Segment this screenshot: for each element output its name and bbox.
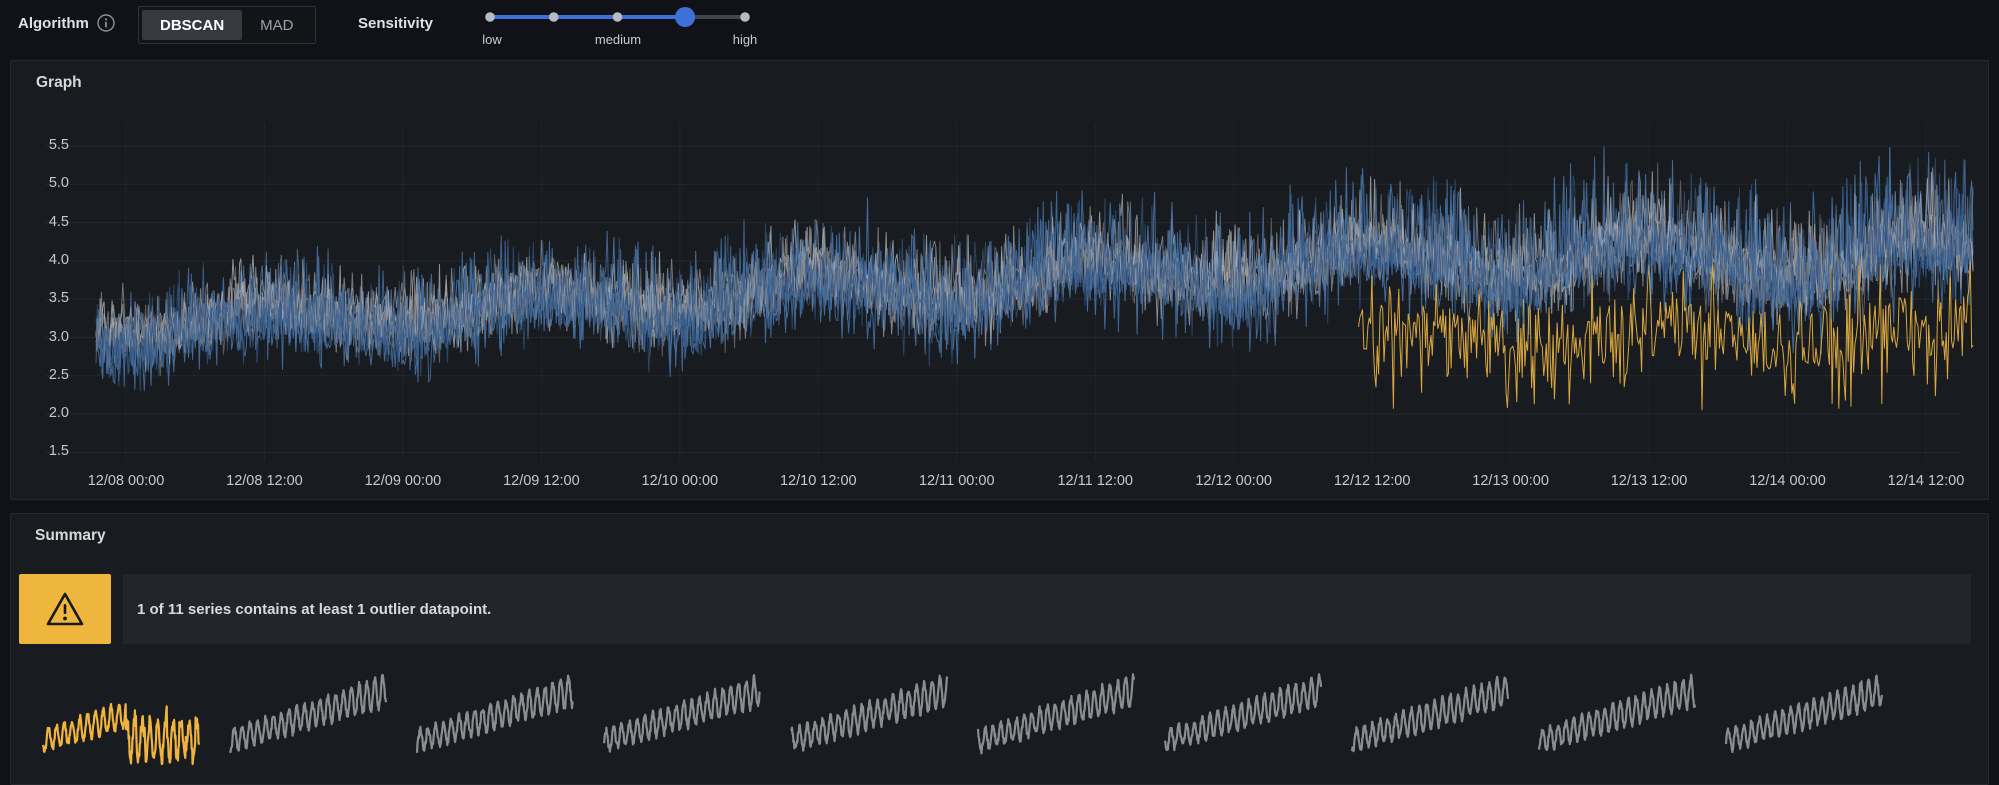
y-axis-tick-label: 4.0 [11, 252, 69, 268]
y-axis-tick-label: 4.5 [11, 214, 69, 230]
x-axis-tick-label: 12/09 12:00 [479, 473, 603, 489]
slider-label-low: low [482, 32, 502, 47]
x-axis-labels: 12/08 00:00 12/08 12:00 12/09 00:00 12/09 1… [11, 473, 1990, 495]
x-axis-tick-label: 12/14 12:00 [1864, 473, 1988, 489]
y-axis-tick-label: 5.0 [11, 175, 69, 191]
summary-panel-title: Summary [35, 527, 106, 545]
y-axis-tick-label: 2.0 [11, 405, 69, 421]
graph-chart-svg[interactable] [11, 61, 1990, 501]
x-axis-tick-label: 12/08 00:00 [64, 473, 188, 489]
algorithm-label: Algorithm [18, 15, 89, 32]
x-axis-tick-label: 12/11 00:00 [895, 473, 1019, 489]
algorithm-toggle-group: DBSCAN MAD [138, 6, 316, 44]
sparkline-series[interactable] [1161, 661, 1325, 769]
sparkline-series[interactable] [1535, 661, 1699, 769]
sparkline-series[interactable] [226, 661, 390, 769]
x-axis-tick-label: 12/11 12:00 [1033, 473, 1157, 489]
toolbar: Algorithm DBSCAN MAD Sensitivity low med… [0, 0, 1999, 56]
y-axis-tick-label: 2.5 [11, 367, 69, 383]
x-axis-tick-label: 12/08 12:00 [202, 473, 326, 489]
sparkline-outlier-series[interactable] [39, 661, 203, 769]
info-circle-icon[interactable] [96, 13, 116, 33]
x-axis-tick-label: 12/10 12:00 [756, 473, 880, 489]
x-axis-tick-label: 12/14 00:00 [1726, 473, 1850, 489]
graph-panel: Graph 5.55.04.54.03.53.02.52.01.5 12/08 … [10, 60, 1989, 500]
sensitivity-slider[interactable]: low medium high [484, 2, 756, 48]
slider-label-medium: medium [595, 32, 641, 47]
slider-label-high: high [733, 32, 758, 47]
y-axis-tick-label: 1.5 [11, 443, 69, 459]
sparkline-series[interactable] [1722, 661, 1886, 769]
x-axis-tick-label: 12/09 00:00 [341, 473, 465, 489]
x-axis-tick-label: 12/13 00:00 [1449, 473, 1573, 489]
y-axis-tick-label: 3.5 [11, 290, 69, 306]
sparkline-series[interactable] [787, 661, 951, 769]
x-axis-tick-label: 12/13 12:00 [1587, 473, 1711, 489]
x-axis-tick-label: 12/10 00:00 [618, 473, 742, 489]
algorithm-option-dbscan[interactable]: DBSCAN [142, 10, 242, 40]
outlier-alert: 1 of 11 series contains at least 1 outli… [123, 574, 1971, 644]
x-axis-tick-label: 12/12 00:00 [1172, 473, 1296, 489]
sparkline-row [39, 661, 1886, 769]
x-axis-tick-label: 12/12 12:00 [1310, 473, 1434, 489]
sparkline-series[interactable] [413, 661, 577, 769]
sparkline-series[interactable] [1348, 661, 1512, 769]
y-axis-labels: 5.5 5.0 4.5 4.0 3.5 3.0 2.5 2.0 1.5 [11, 61, 69, 501]
summary-panel: Summary 1 of 11 series contains at least… [10, 513, 1989, 785]
y-axis-tick-label: 3.0 [11, 329, 69, 345]
outlier-alert-text: 1 of 11 series contains at least 1 outli… [137, 601, 491, 618]
sparkline-series[interactable] [600, 661, 764, 769]
sensitivity-label: Sensitivity [358, 15, 433, 32]
warning-triangle-icon [43, 588, 87, 630]
algorithm-option-mad[interactable]: MAD [242, 10, 311, 40]
sparkline-series[interactable] [974, 661, 1138, 769]
warning-icon-box [19, 574, 111, 644]
y-axis-tick-label: 5.5 [11, 137, 69, 153]
sensitivity-slider-track[interactable] [484, 2, 756, 32]
slider-handle[interactable] [675, 7, 695, 27]
